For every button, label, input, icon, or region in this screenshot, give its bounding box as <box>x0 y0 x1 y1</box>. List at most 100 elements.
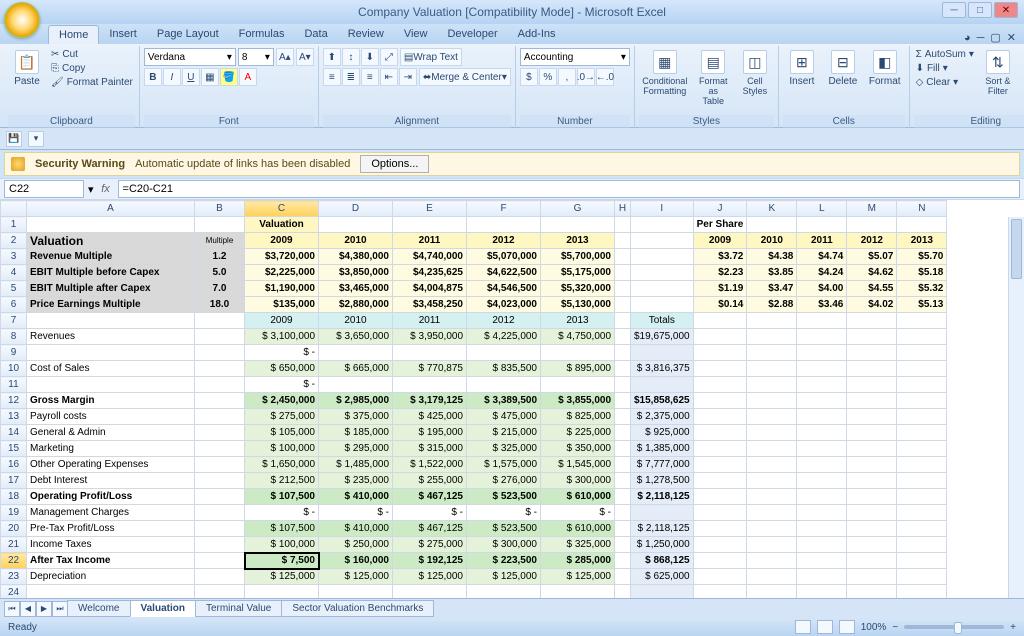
cell-value[interactable]: $ 350,000 <box>541 441 615 457</box>
total-value[interactable] <box>631 505 694 521</box>
cell-value[interactable]: $ 835,500 <box>467 361 541 377</box>
cell-value[interactable]: $ 2,450,000 <box>245 393 319 409</box>
fill-color-button[interactable]: 🪣 <box>220 68 238 86</box>
cell-styles-button[interactable]: ◫Cell Styles <box>736 48 774 98</box>
col-header-G[interactable]: G <box>541 201 615 217</box>
total-value[interactable]: $15,858,625 <box>631 393 694 409</box>
cell-value[interactable]: $ - <box>541 505 615 521</box>
cell-value[interactable]: $ 235,000 <box>319 473 393 489</box>
total-value[interactable]: $ 1,250,000 <box>631 537 694 553</box>
cell-value[interactable] <box>467 377 541 393</box>
ribbon-tab-data[interactable]: Data <box>294 25 337 44</box>
formula-input[interactable]: =C20-C21 <box>118 180 1020 198</box>
cell-value[interactable]: $ 223,500 <box>467 553 541 569</box>
total-value[interactable]: $ 2,118,125 <box>631 489 694 505</box>
page-layout-view-icon[interactable] <box>817 620 833 634</box>
ribbon-tab-add-ins[interactable]: Add-Ins <box>508 25 566 44</box>
cell-value[interactable] <box>393 377 467 393</box>
bold-button[interactable]: B <box>144 68 162 86</box>
cell-value[interactable]: $ 4,750,000 <box>541 329 615 345</box>
col-header-D[interactable]: D <box>319 201 393 217</box>
cell-value[interactable]: $ 215,000 <box>467 425 541 441</box>
cell-value[interactable]: $ 315,000 <box>393 441 467 457</box>
cell-value[interactable]: $ 185,000 <box>319 425 393 441</box>
cell-value[interactable]: $ 375,000 <box>319 409 393 425</box>
cell-value[interactable]: $ 2,985,000 <box>319 393 393 409</box>
fill-button[interactable]: ⬇Fill ▾ <box>914 62 976 75</box>
grow-font-icon[interactable]: A▴ <box>276 48 294 66</box>
indent-dec-icon[interactable]: ⇤ <box>380 68 398 86</box>
cell-value[interactable]: $ 3,389,500 <box>467 393 541 409</box>
cell-value[interactable]: $ 275,000 <box>245 409 319 425</box>
copy-button[interactable]: ⎘Copy <box>49 62 135 75</box>
zoom-out-icon[interactable]: − <box>892 622 898 633</box>
select-all-corner[interactable] <box>1 201 27 217</box>
tab-nav-next-icon[interactable]: ▶ <box>36 601 52 617</box>
align-bottom-icon[interactable]: ⬇ <box>361 48 379 66</box>
cell-value[interactable]: $ 275,000 <box>393 537 467 553</box>
col-header-L[interactable]: L <box>797 201 847 217</box>
page-break-view-icon[interactable] <box>839 620 855 634</box>
shrink-font-icon[interactable]: A▾ <box>296 48 314 66</box>
cell-value[interactable]: $ 300,000 <box>541 473 615 489</box>
col-header-H[interactable]: H <box>615 201 631 217</box>
cell-value[interactable]: $ 825,000 <box>541 409 615 425</box>
cell-value[interactable]: $ - <box>393 505 467 521</box>
col-header-N[interactable]: N <box>897 201 947 217</box>
save-icon[interactable]: 💾 <box>6 131 22 147</box>
total-value[interactable]: $ 2,118,125 <box>631 521 694 537</box>
cell-value[interactable]: $ - <box>245 377 319 393</box>
tab-nav-prev-icon[interactable]: ◀ <box>20 601 36 617</box>
cell-value[interactable]: $ - <box>467 505 541 521</box>
total-value[interactable]: $ 3,816,375 <box>631 361 694 377</box>
cell-value[interactable]: $ 107,500 <box>245 489 319 505</box>
cell-value[interactable]: $ 467,125 <box>393 521 467 537</box>
cell-value[interactable]: $ 1,485,000 <box>319 457 393 473</box>
dec-decimal-icon[interactable]: ←.0 <box>596 68 614 86</box>
cell-value[interactable]: $ 3,179,125 <box>393 393 467 409</box>
sheet-tab-terminal-value[interactable]: Terminal Value <box>195 600 282 617</box>
close-button[interactable]: ✕ <box>994 2 1018 18</box>
zoom-in-icon[interactable]: + <box>1010 622 1016 633</box>
cell-value[interactable] <box>467 585 541 599</box>
help-icon[interactable]: ◕ <box>964 32 971 44</box>
cell-value[interactable]: $ 610,000 <box>541 521 615 537</box>
merge-center-button[interactable]: ⬌ Merge & Center ▾ <box>419 68 511 86</box>
ribbon-tab-formulas[interactable]: Formulas <box>229 25 295 44</box>
font-color-button[interactable]: A <box>239 68 257 86</box>
cell-value[interactable]: $ 665,000 <box>319 361 393 377</box>
cell-value[interactable]: $ 1,575,000 <box>467 457 541 473</box>
cell-value[interactable]: $ 770,875 <box>393 361 467 377</box>
cell-value[interactable]: $ 610,000 <box>541 489 615 505</box>
cell-value[interactable]: $ 650,000 <box>245 361 319 377</box>
delete-cells-button[interactable]: ⊟Delete <box>824 48 862 89</box>
align-middle-icon[interactable]: ↕ <box>342 48 360 66</box>
cell-value[interactable] <box>541 377 615 393</box>
fx-icon[interactable]: fx <box>98 183 114 195</box>
cell-value[interactable]: $ 4,225,000 <box>467 329 541 345</box>
cell-value[interactable]: $ 125,000 <box>393 569 467 585</box>
col-header-I[interactable]: I <box>631 201 694 217</box>
cell-value[interactable]: $ 475,000 <box>467 409 541 425</box>
cell-value[interactable]: $ 160,000 <box>319 553 393 569</box>
cell-value[interactable]: $ 523,500 <box>467 521 541 537</box>
percent-icon[interactable]: % <box>539 68 557 86</box>
cell-value[interactable]: $ 255,000 <box>393 473 467 489</box>
cell-value[interactable] <box>393 585 467 599</box>
cell-value[interactable]: $ 295,000 <box>319 441 393 457</box>
font-name-dropdown[interactable]: Verdana▾ <box>144 48 236 66</box>
ribbon-tab-page-layout[interactable]: Page Layout <box>147 25 229 44</box>
cell-value[interactable]: $ 325,000 <box>467 441 541 457</box>
row-header-1[interactable]: 1 <box>1 217 27 233</box>
normal-view-icon[interactable] <box>795 620 811 634</box>
border-button[interactable]: ▦ <box>201 68 219 86</box>
cell-value[interactable] <box>319 377 393 393</box>
cell-value[interactable]: $ 410,000 <box>319 489 393 505</box>
cell-value[interactable]: $ 107,500 <box>245 521 319 537</box>
total-value[interactable]: $ 2,375,000 <box>631 409 694 425</box>
cell-value[interactable]: $ 250,000 <box>319 537 393 553</box>
restore-window-icon[interactable]: ▢ <box>990 31 1000 44</box>
cell-value[interactable]: $ - <box>319 505 393 521</box>
cell-value[interactable]: $ 3,100,000 <box>245 329 319 345</box>
align-top-icon[interactable]: ⬆ <box>323 48 341 66</box>
